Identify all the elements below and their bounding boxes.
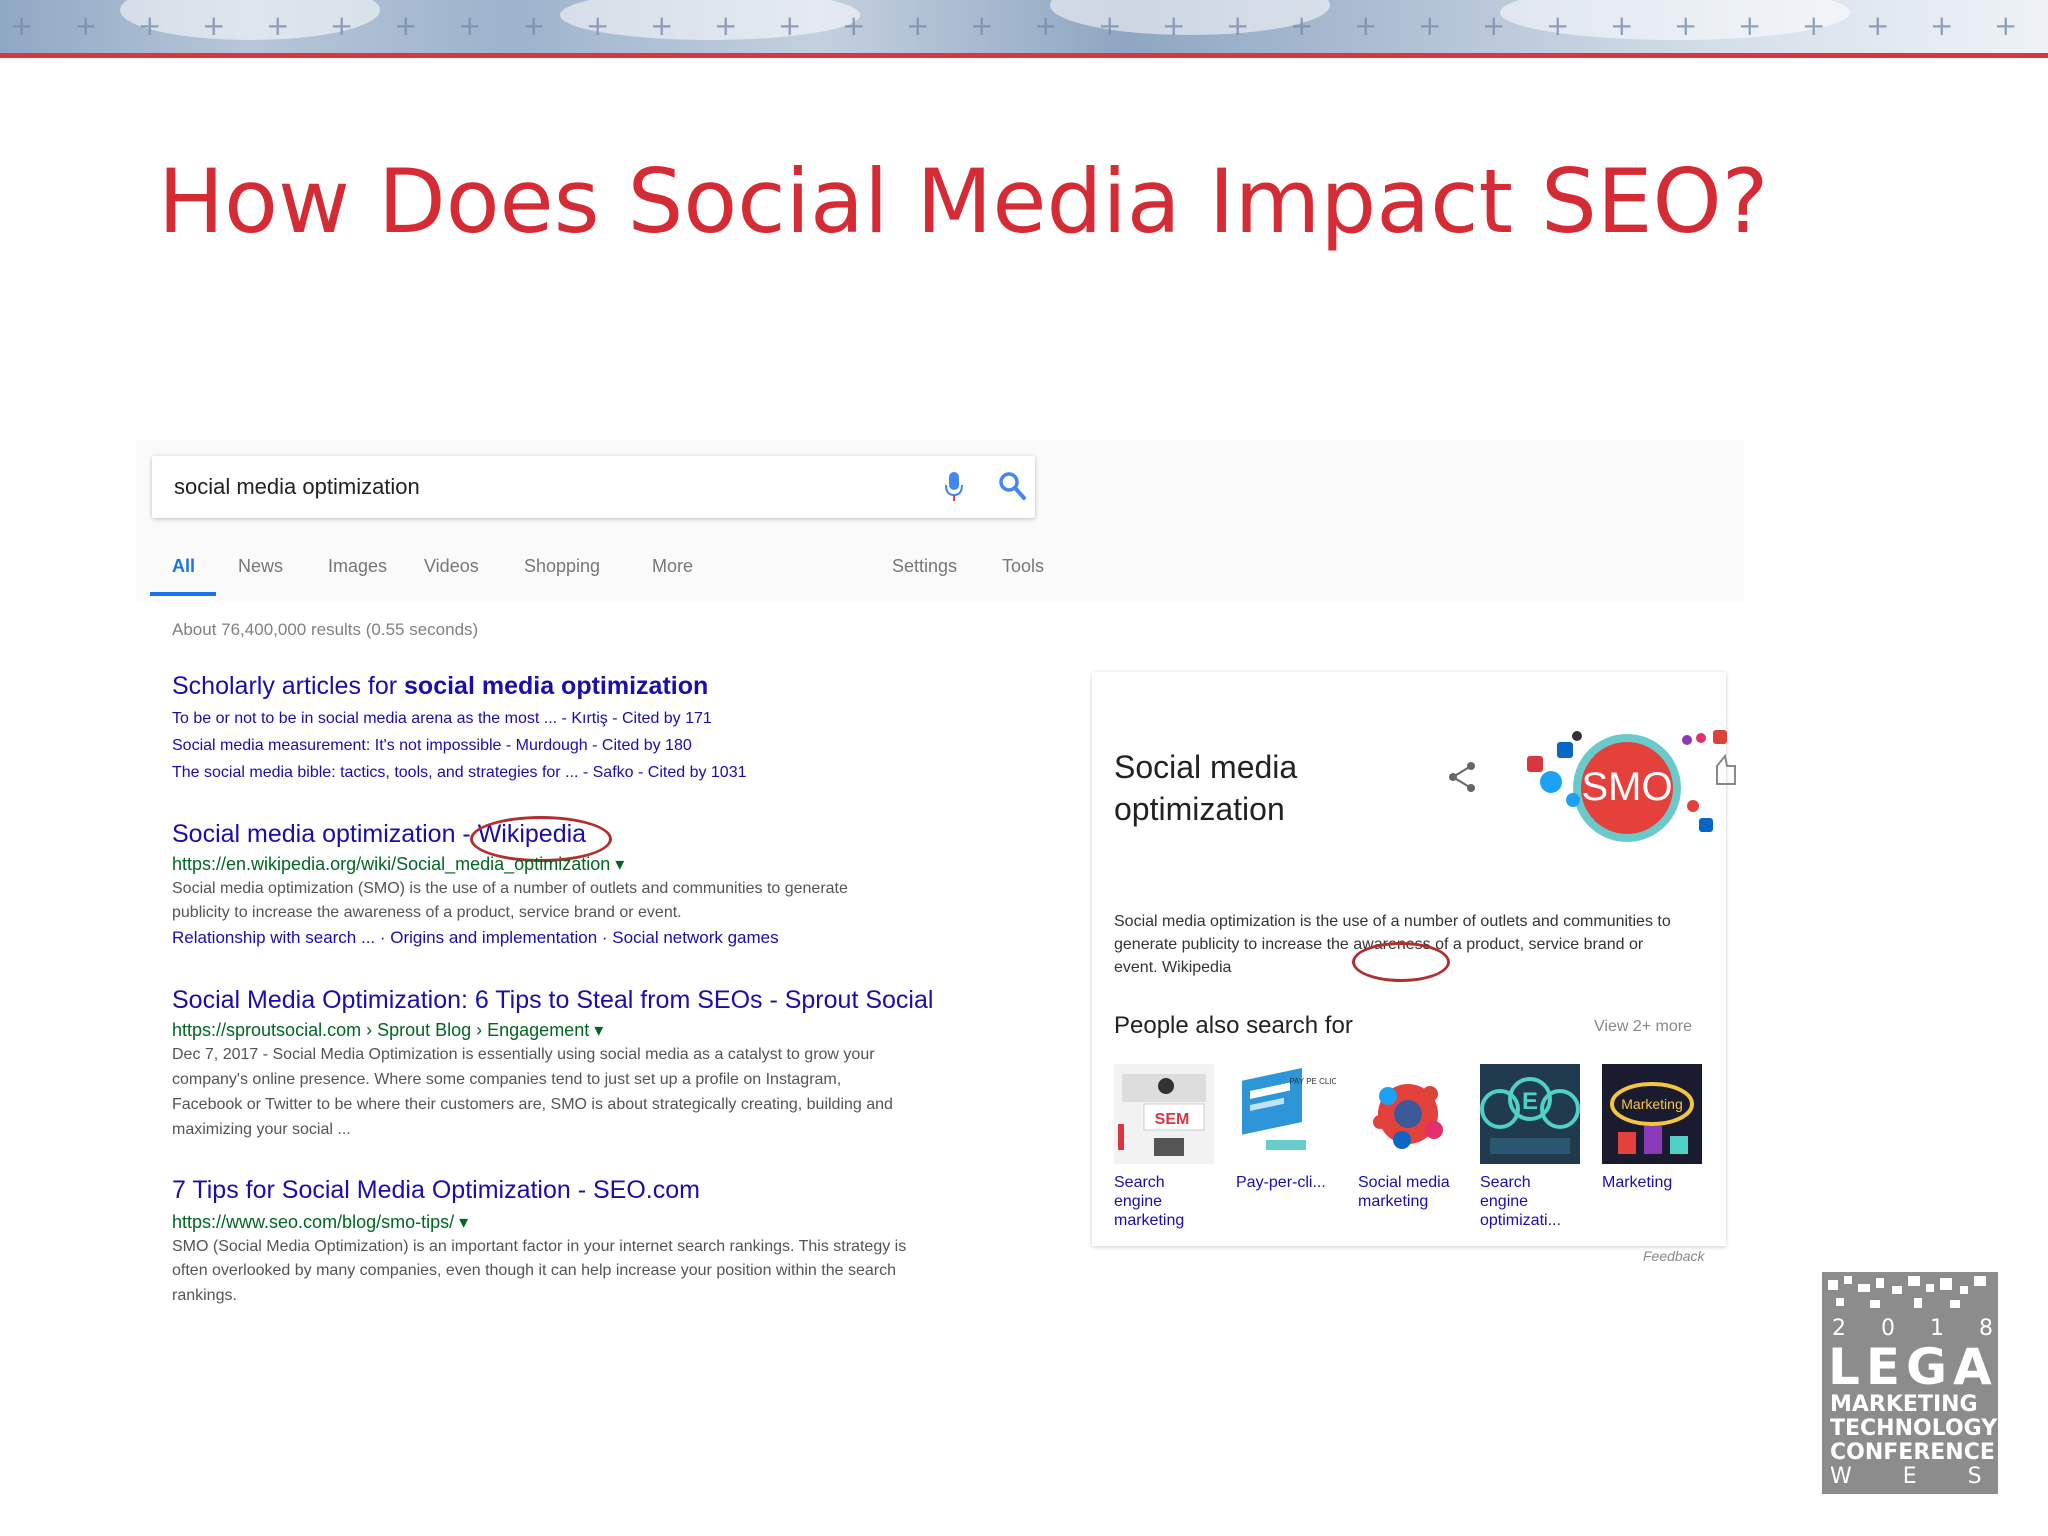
result-snippet: Dec 7, 2017 - Social Media Optimization …	[172, 1046, 875, 1063]
scholar-title[interactable]: Scholarly articles for social media opti…	[172, 672, 708, 701]
logo-line5: W E S T	[1830, 1464, 1998, 1489]
conference-logo: 2 0 1 8 LEGAL MARKETING TECHNOLOGY CONFE…	[1822, 1272, 1998, 1494]
view-more-link[interactable]: View 2+ more	[1594, 1018, 1692, 1036]
seo-thumb-text: E	[1522, 1088, 1538, 1115]
scholar-title-bold: social media optimization	[404, 672, 709, 700]
search-tabs: All News Images Videos Shopping More Set…	[172, 556, 1172, 586]
knowledge-panel-title: Social media optimization	[1114, 749, 1298, 827]
feedback-link[interactable]: Feedback	[1643, 1248, 1704, 1264]
related-item[interactable]: Marketing Marketing	[1602, 1064, 1702, 1192]
related-item[interactable]: SEM Search engine marketing	[1114, 1064, 1214, 1230]
search-box[interactable]: social media optimization	[152, 456, 1035, 518]
smo-image-text: SMO	[1581, 765, 1672, 809]
ppc-thumb-text: PAY PE CLICK	[1289, 1077, 1336, 1086]
scholar-title-prefix: Scholarly articles for	[172, 672, 405, 700]
result-title-sprout[interactable]: Social Media Optimization: 6 Tips to Ste…	[172, 986, 933, 1015]
social-media-thumbnail	[1358, 1064, 1458, 1164]
related-item[interactable]: E Search engine optimizati...	[1480, 1064, 1580, 1230]
tab-tools[interactable]: Tools	[1002, 556, 1044, 577]
result-snippet: Social media optimization (SMO) is the u…	[172, 880, 848, 897]
header-banner: + + + + + + + + + + + + + + + + + + + + …	[0, 0, 2048, 55]
slide-title: How Does Social Media Impact SEO?	[158, 150, 1769, 253]
logo-pixel-pattern	[1828, 1276, 1986, 1308]
sem-thumb-text: SEM	[1155, 1111, 1190, 1128]
people-also-search-heading: People also search for	[1114, 1012, 1353, 1039]
search-header: social media optimization All News Image…	[136, 440, 1744, 602]
result-url[interactable]: https://www.seo.com/blog/smo-tips/ ▾	[172, 1212, 468, 1233]
result-sitelinks[interactable]: Relationship with search ... · Origins a…	[172, 928, 779, 948]
result-snippet: SMO (Social Media Optimization) is an im…	[172, 1238, 907, 1255]
knowledge-panel: Social media optimization SMO Social med…	[1092, 672, 1736, 1246]
result-url[interactable]: https://en.wikipedia.org/wiki/Social_med…	[172, 854, 624, 875]
related-item-label: Pay-per-cli...	[1236, 1174, 1326, 1191]
logo-line4: CONFERENCE	[1830, 1440, 1995, 1465]
result-snippet: maximizing your social ...	[172, 1121, 351, 1138]
related-item[interactable]: PAY PE CLICK Pay-per-cli...	[1236, 1064, 1343, 1192]
tab-shopping[interactable]: Shopping	[524, 556, 600, 577]
tab-all[interactable]: All	[172, 556, 195, 577]
related-item-label: Search engine marketing	[1114, 1174, 1185, 1229]
share-icon[interactable]	[1447, 760, 1477, 794]
scholar-item[interactable]: The social media bible: tactics, tools, …	[172, 764, 747, 782]
search-results-screenshot: social media optimization All News Image…	[136, 440, 1744, 1320]
result-snippet: Facebook or Twitter to be where their cu…	[172, 1096, 893, 1113]
tab-videos[interactable]: Videos	[424, 556, 479, 577]
result-snippet: often overlooked by many companies, even…	[172, 1262, 896, 1279]
logo-line2: MARKETING	[1830, 1392, 1978, 1417]
marketing-thumbnail: Marketing	[1602, 1064, 1702, 1164]
header-rule	[0, 53, 2048, 58]
ppc-thumbnail: PAY PE CLICK	[1236, 1064, 1343, 1164]
related-item[interactable]: Social media marketing	[1358, 1064, 1458, 1211]
microphone-icon[interactable]	[942, 470, 966, 504]
result-snippet: rankings.	[172, 1287, 237, 1304]
search-query[interactable]: social media optimization	[174, 474, 420, 500]
result-stats: About 76,400,000 results (0.55 seconds)	[172, 620, 479, 639]
result-url[interactable]: https://sproutsocial.com › Sprout Blog ›…	[172, 1020, 603, 1041]
related-item-label: Social media marketing	[1358, 1174, 1450, 1210]
smo-image[interactable]: SMO	[1517, 718, 1737, 858]
tab-more[interactable]: More	[652, 556, 693, 577]
tab-news[interactable]: News	[238, 556, 283, 577]
related-item-label: Search engine optimizati...	[1480, 1174, 1561, 1229]
tab-images[interactable]: Images	[328, 556, 387, 577]
result-snippet: company's online presence. Where some co…	[172, 1071, 842, 1088]
active-tab-indicator	[150, 592, 216, 596]
seo-thumbnail: E	[1480, 1064, 1580, 1164]
logo-line3: TECHNOLOGY	[1830, 1416, 1998, 1441]
logo-line1: LEGAL	[1828, 1338, 1998, 1396]
sem-thumbnail: SEM	[1114, 1064, 1214, 1164]
result-title-seocom[interactable]: 7 Tips for Social Media Optimization - S…	[172, 1176, 700, 1205]
marketing-thumb-text: Marketing	[1621, 1096, 1682, 1112]
tab-settings[interactable]: Settings	[892, 556, 957, 577]
related-item-label: Marketing	[1602, 1174, 1673, 1191]
highlight-circle	[1352, 942, 1450, 982]
search-icon[interactable]	[997, 470, 1027, 502]
scholar-item[interactable]: Social media measurement: It's not impos…	[172, 737, 692, 755]
result-snippet: publicity to increase the awareness of a…	[172, 904, 682, 921]
scholar-item[interactable]: To be or not to be in social media arena…	[172, 710, 712, 728]
